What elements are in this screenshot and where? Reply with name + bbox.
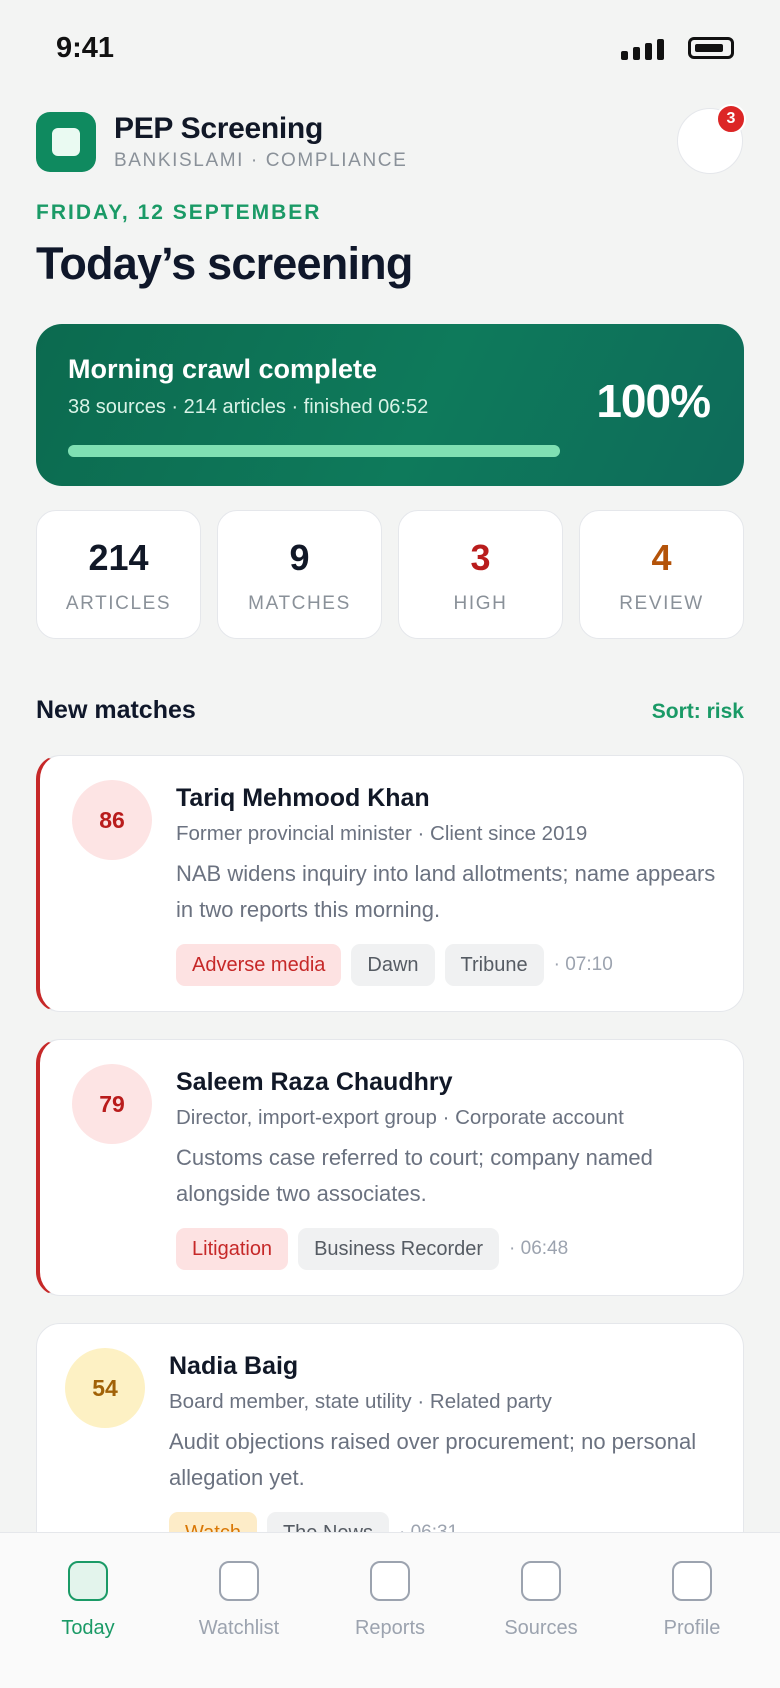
sources-icon [521, 1561, 561, 1601]
match-time: · 07:10 [553, 954, 613, 975]
match-name: Tariq Mehmood Khan [176, 784, 430, 812]
app-title: PEP Screening [114, 112, 323, 145]
stat-matches[interactable]: 9 MATCHES [217, 510, 382, 639]
match-time: · 06:48 [509, 1238, 569, 1259]
risk-score-badge: 54 [65, 1348, 145, 1428]
nav-item-watchlist[interactable]: Watchlist [161, 1533, 317, 1688]
battery-icon [688, 37, 734, 59]
sort-button[interactable]: Sort: risk [652, 700, 744, 724]
stat-review[interactable]: 4 REVIEW [579, 510, 744, 639]
stat-value: 3 [470, 537, 491, 578]
match-summary: Audit objections raised over procurement… [169, 1429, 697, 1490]
stat-value: 214 [88, 537, 149, 578]
nav-item-reports[interactable]: Reports [312, 1533, 468, 1688]
status-bar: 9:41 [0, 0, 780, 100]
crawl-status-card[interactable]: Morning crawl complete 38 sources · 214 … [36, 324, 744, 486]
bottom-nav: Today Watchlist Reports Sources Profile [0, 1532, 780, 1688]
match-name: Saleem Raza Chaudhry [176, 1068, 453, 1096]
risk-score-badge: 79 [72, 1064, 152, 1144]
match-summary: NAB widens inquiry into land allotments;… [176, 861, 716, 922]
nav-label: Profile [663, 1617, 721, 1639]
signal-icon [621, 38, 667, 60]
crawl-progress-bar [68, 445, 560, 457]
tag-category[interactable]: Litigation [176, 1228, 289, 1270]
nav-label: Reports [354, 1617, 426, 1639]
risk-score-badge: 86 [72, 780, 152, 860]
match-name: Nadia Baig [169, 1352, 299, 1380]
app-logo-icon [36, 112, 96, 172]
notification-badge[interactable]: 3 [716, 104, 746, 134]
stat-label: HIGH [453, 593, 508, 614]
match-role: Director, import-export group · Corporat… [176, 1106, 624, 1129]
stat-value: 9 [289, 537, 310, 578]
tag-source[interactable]: Tribune [444, 944, 544, 986]
match-tags: Litigation Business Recorder · 06:48 [176, 1228, 568, 1270]
stat-label: ARTICLES [65, 593, 172, 614]
match-tags: Adverse media Dawn Tribune · 07:10 [176, 944, 613, 986]
nav-label: Watchlist [198, 1617, 280, 1639]
nav-label: Today [61, 1617, 115, 1639]
tag-source[interactable]: Business Recorder [298, 1228, 500, 1270]
crawl-progress-fill [68, 445, 560, 457]
app-header: PEP Screening BANKISLAMI · COMPLIANCE 3 [36, 104, 746, 178]
crawl-percent: 100% [596, 375, 711, 427]
nav-item-profile[interactable]: Profile [614, 1533, 770, 1688]
match-card[interactable]: 86 Tariq Mehmood Khan Former provincial … [36, 755, 744, 1012]
page-title: Today’s screening [36, 238, 413, 289]
nav-item-sources[interactable]: Sources [463, 1533, 619, 1688]
today-icon [68, 1561, 108, 1601]
nav-label: Sources [504, 1617, 578, 1639]
app-subtitle: BANKISLAMI · COMPLIANCE [114, 150, 408, 171]
match-role: Former provincial minister · Client sinc… [176, 822, 588, 845]
nav-item-today[interactable]: Today [10, 1533, 166, 1688]
stat-label: MATCHES [248, 593, 351, 614]
reports-icon [370, 1561, 410, 1601]
crawl-meta: 38 sources · 214 articles · finished 06:… [68, 396, 429, 418]
match-role: Board member, state utility · Related pa… [169, 1390, 552, 1413]
date-label: FRIDAY, 12 SEPTEMBER [36, 201, 322, 224]
match-card[interactable]: 79 Saleem Raza Chaudhry Director, import… [36, 1039, 744, 1296]
tag-category[interactable]: Adverse media [176, 944, 342, 986]
stat-high[interactable]: 3 HIGH [398, 510, 563, 639]
stat-label: REVIEW [619, 593, 704, 614]
status-time: 9:41 [56, 32, 115, 64]
crawl-title: Morning crawl complete [68, 354, 378, 384]
app-screen: 9:41 PEP Screening BANKISLAMI · COMPLIAN… [0, 0, 780, 1688]
watchlist-icon [219, 1561, 259, 1601]
stats-row: 214 ARTICLES 9 MATCHES 3 HIGH 4 REVIEW [36, 510, 744, 640]
match-summary: Customs case referred to court; company … [176, 1145, 653, 1206]
profile-icon [672, 1561, 712, 1601]
section-title-new-matches: New matches [36, 696, 196, 724]
stat-value: 4 [651, 537, 672, 578]
tag-source[interactable]: Dawn [351, 944, 435, 986]
stat-articles[interactable]: 214 ARTICLES [36, 510, 201, 639]
